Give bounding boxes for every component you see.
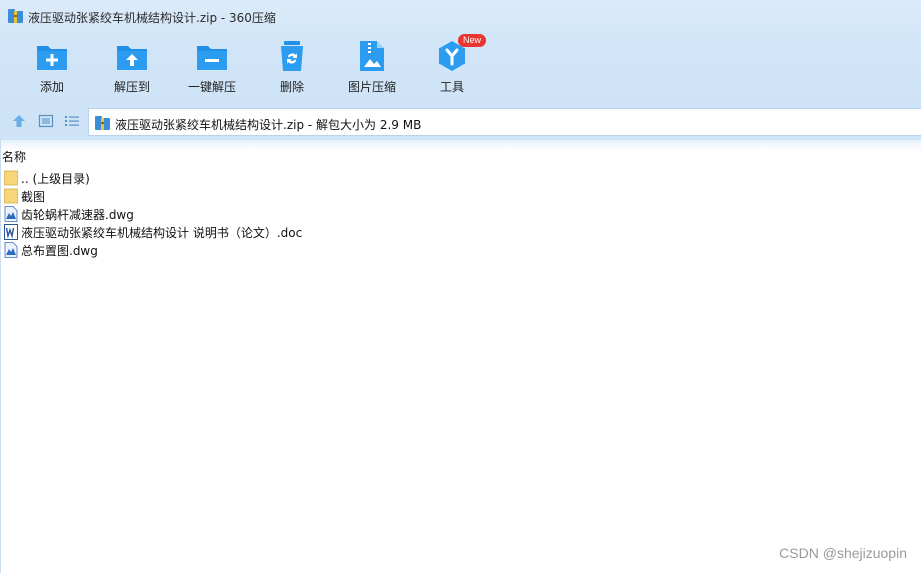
folder-icon <box>4 170 18 186</box>
toolbar: 添加 解压到 一键解压 删除 图片压缩 New 工具 <box>0 32 921 104</box>
address-bar[interactable]: 液压驱动张紧绞车机械结构设计.zip - 解包大小为 2.9 MB <box>88 108 921 136</box>
one-click-extract-label: 一键解压 <box>187 80 236 94</box>
file-name: 齿轮蜗杆减速器.dwg <box>21 208 134 222</box>
image-compress-label: 图片压缩 <box>347 80 396 94</box>
archive-icon <box>8 9 23 23</box>
window-title: 液压驱动张紧绞车机械结构设计.zip - 360压缩 <box>28 11 276 25</box>
list-item-parent-dir[interactable]: .. (上级目录) <box>0 169 400 187</box>
one-click-extract-button[interactable]: 一键解压 <box>180 38 244 100</box>
tools-label: 工具 <box>439 80 464 94</box>
add-label: 添加 <box>39 80 64 94</box>
extract-to-icon <box>117 46 147 70</box>
delete-label: 删除 <box>279 80 304 94</box>
file-name: 总布置图.dwg <box>21 244 98 258</box>
list-item-file[interactable]: 总布置图.dwg <box>0 241 400 259</box>
dwg-file-icon <box>4 206 18 222</box>
image-compress-icon <box>360 41 384 71</box>
one-click-extract-icon <box>197 46 227 70</box>
address-text: 液压驱动张紧绞车机械结构设计.zip - 解包大小为 2.9 MB <box>115 118 422 132</box>
extract-to-button[interactable]: 解压到 <box>100 38 164 100</box>
dwg-file-icon <box>4 242 18 258</box>
file-list: .. (上级目录) 截图 齿轮蜗杆减速器.dwg 液压驱动张紧绞车机械结构设计 … <box>0 169 921 259</box>
title-bar: 液压驱动张紧绞车机械结构设计.zip - 360压缩 <box>0 0 921 32</box>
watermark: CSDN @shejizuopin <box>779 545 907 561</box>
column-header[interactable]: 名称 <box>0 148 921 164</box>
delete-button[interactable]: 删除 <box>260 38 324 100</box>
file-name: 液压驱动张紧绞车机械结构设计 说明书（论文）.doc <box>21 226 303 240</box>
list-item-file[interactable]: 液压驱动张紧绞车机械结构设计 说明书（论文）.doc <box>0 223 400 241</box>
folder-icon <box>4 188 18 204</box>
navigation-bar: 液压驱动张紧绞车机械结构设计.zip - 解包大小为 2.9 MB <box>0 104 921 140</box>
archive-icon <box>95 116 110 130</box>
tools-button[interactable]: New 工具 <box>420 34 487 100</box>
image-compress-button[interactable]: 图片压缩 <box>340 38 404 100</box>
word-document-icon <box>4 224 18 240</box>
new-badge: New <box>458 34 487 47</box>
file-name: 截图 <box>21 190 46 204</box>
list-view-icon[interactable] <box>64 113 80 129</box>
thumbnail-view-icon[interactable] <box>38 113 54 129</box>
list-item-folder[interactable]: 截图 <box>0 187 400 205</box>
add-button[interactable]: 添加 <box>20 38 84 100</box>
file-name: .. (上级目录) <box>21 172 90 186</box>
recycle-bin-icon <box>281 41 303 71</box>
list-item-file[interactable]: 齿轮蜗杆减速器.dwg <box>0 205 400 223</box>
add-folder-icon <box>37 46 67 70</box>
up-arrow-icon[interactable] <box>11 113 27 129</box>
column-name-header[interactable]: 名称 <box>2 148 26 165</box>
extract-to-label: 解压到 <box>113 80 150 94</box>
